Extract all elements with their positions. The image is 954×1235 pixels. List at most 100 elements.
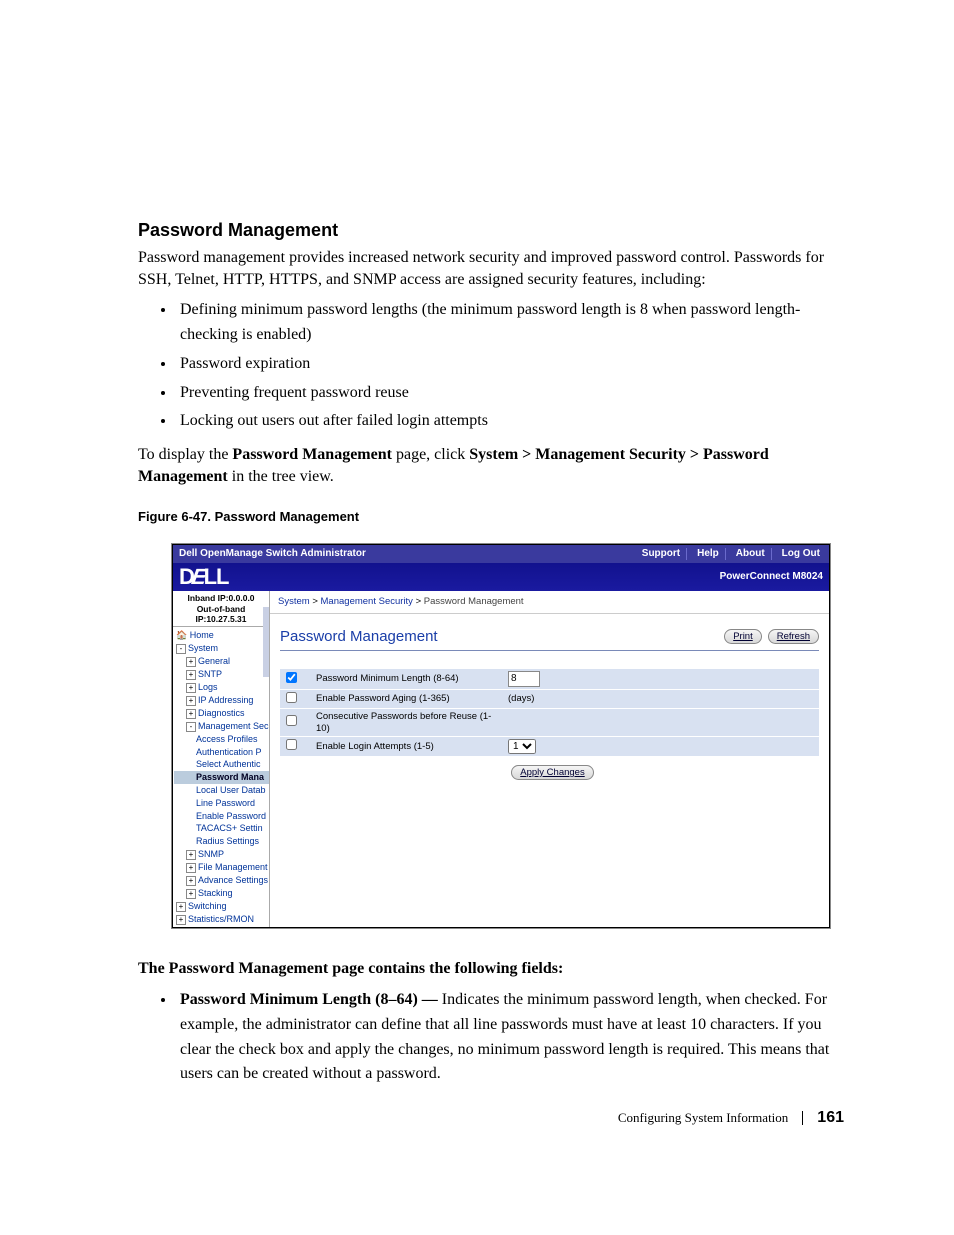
tree-node[interactable]: +Routing xyxy=(174,926,269,927)
text-run: in the tree view. xyxy=(228,468,334,485)
apply-changes-button[interactable]: Apply Changes xyxy=(511,765,593,780)
expand-icon[interactable]: + xyxy=(186,850,196,860)
brand-logo: DELL xyxy=(179,564,228,590)
row-checkbox[interactable] xyxy=(286,739,297,750)
row-control-cell xyxy=(502,669,819,690)
expand-icon[interactable]: + xyxy=(176,915,186,925)
row-control-cell xyxy=(502,709,819,737)
nav-instruction: To display the Password Management page,… xyxy=(138,444,844,487)
tree-node[interactable]: Radius Settings xyxy=(174,835,269,848)
tree-label: SNTP xyxy=(198,669,222,679)
crumb-system[interactable]: System xyxy=(278,596,310,607)
tree-node[interactable]: Access Profiles xyxy=(174,733,269,746)
tree-label: Local User Datab xyxy=(196,785,266,795)
expand-icon[interactable]: + xyxy=(186,696,196,706)
row-checkbox[interactable] xyxy=(286,715,297,726)
scrollbar[interactable] xyxy=(263,607,269,677)
expand-icon[interactable]: - xyxy=(176,644,186,654)
tree-node[interactable]: Authentication P xyxy=(174,746,269,759)
app-screenshot: Dell OpenManage Switch Administrator Sup… xyxy=(172,544,830,928)
tree-node[interactable]: +Logs xyxy=(174,681,269,694)
tree-node[interactable]: +Advance Settings xyxy=(174,874,269,887)
tree-node[interactable]: Password Mana xyxy=(174,771,269,784)
row-label: Password Minimum Length (8-64) xyxy=(310,669,502,690)
row-control-cell: 1 xyxy=(502,736,819,756)
crumb-mgmt-security[interactable]: Management Security xyxy=(321,596,413,607)
row-checkbox[interactable] xyxy=(286,692,297,703)
tree-node[interactable]: +General xyxy=(174,655,269,668)
tree-node[interactable]: +IP Addressing xyxy=(174,694,269,707)
tree-node[interactable]: -Management Secur xyxy=(174,720,269,733)
tree-node[interactable]: Enable Password xyxy=(174,810,269,823)
nav-tree[interactable]: Inband IP:0.0.0.0 Out-of-band IP:10.27.5… xyxy=(173,591,270,927)
window-titlebar: Dell OpenManage Switch Administrator Sup… xyxy=(173,545,829,563)
tree-node[interactable]: +File Management xyxy=(174,861,269,874)
expand-icon[interactable]: + xyxy=(186,657,196,667)
figure-caption: Figure 6-47. Password Management xyxy=(138,509,844,524)
help-link[interactable]: Help xyxy=(694,548,722,560)
support-link[interactable]: Support xyxy=(639,548,683,560)
section-heading: Password Management xyxy=(138,220,844,241)
window-title: Dell OpenManage Switch Administrator xyxy=(179,548,366,560)
tree-label: Enable Password xyxy=(196,811,266,821)
settings-row: Consecutive Passwords before Reuse (1-10… xyxy=(280,709,819,737)
tree-label: IP Addressing xyxy=(198,695,253,705)
settings-row: Enable Login Attempts (1-5) 1 xyxy=(280,736,819,756)
fields-intro: The Password Management page contains th… xyxy=(138,958,844,980)
tree-node[interactable]: -System xyxy=(174,642,269,655)
tree-label: Authentication P xyxy=(196,747,262,757)
row-label: Enable Login Attempts (1-5) xyxy=(310,736,502,756)
value-select[interactable]: 1 xyxy=(508,739,536,754)
expand-icon[interactable]: + xyxy=(186,683,196,693)
page-number: 161 xyxy=(817,1109,844,1127)
tree-node[interactable]: +Diagnostics xyxy=(174,707,269,720)
expand-icon[interactable]: - xyxy=(186,722,196,732)
expand-icon[interactable]: + xyxy=(186,863,196,873)
text-run-bold: Password Management xyxy=(232,446,392,463)
tree-node[interactable]: Select Authentic xyxy=(174,758,269,771)
settings-row: Enable Password Aging (1-365) (days) xyxy=(280,689,819,708)
expand-icon[interactable]: + xyxy=(186,876,196,886)
tree-label: Access Profiles xyxy=(196,734,258,744)
tree-label: Switching xyxy=(188,901,227,911)
text-run: page, click xyxy=(392,446,469,463)
settings-row: Password Minimum Length (8-64) xyxy=(280,669,819,690)
tree-node[interactable]: +SNTP xyxy=(174,668,269,681)
footer-divider xyxy=(802,1111,803,1125)
crumb-current: Password Management xyxy=(424,596,524,607)
expand-icon[interactable]: + xyxy=(186,670,196,680)
value-input[interactable] xyxy=(508,671,540,687)
home-icon: 🏠 xyxy=(176,630,187,640)
field-name: Password Minimum Length (8–64) — xyxy=(180,991,442,1008)
tree-label: SNMP xyxy=(198,849,224,859)
model-label: PowerConnect M8024 xyxy=(720,571,823,583)
list-item: Preventing frequent password reuse xyxy=(176,381,844,406)
tree-node[interactable]: TACACS+ Settin xyxy=(174,822,269,835)
tree-node[interactable]: Local User Datab xyxy=(174,784,269,797)
breadcrumb: System > Management Security > Password … xyxy=(270,591,829,613)
content-pane: System > Management Security > Password … xyxy=(270,591,829,927)
tree-node[interactable]: Line Password xyxy=(174,797,269,810)
refresh-button[interactable]: Refresh xyxy=(768,629,819,644)
tree-label: Logs xyxy=(198,682,218,692)
inband-ip: Inband IP:0.0.0.0 xyxy=(176,593,266,603)
row-control-cell: (days) xyxy=(502,689,819,708)
feature-list: Defining minimum password lengths (the m… xyxy=(176,298,844,434)
row-checkbox[interactable] xyxy=(286,672,297,683)
tree-node[interactable]: +Statistics/RMON xyxy=(174,913,269,926)
logout-link[interactable]: Log Out xyxy=(779,548,823,560)
tree-label: Management Secur xyxy=(198,721,270,731)
expand-icon[interactable]: + xyxy=(186,889,196,899)
tree-node[interactable]: +Switching xyxy=(174,900,269,913)
print-button[interactable]: Print xyxy=(724,629,762,644)
page-footer: Configuring System Information 161 xyxy=(138,1109,844,1127)
expand-icon[interactable]: + xyxy=(176,902,186,912)
tree-node[interactable]: 🏠 Home xyxy=(174,629,269,642)
intro-paragraph: Password management provides increased n… xyxy=(138,247,844,290)
row-suffix: (days) xyxy=(508,693,534,704)
tree-node[interactable]: +Stacking xyxy=(174,887,269,900)
about-link[interactable]: About xyxy=(733,548,768,560)
tree-label: System xyxy=(188,643,218,653)
tree-node[interactable]: +SNMP xyxy=(174,848,269,861)
expand-icon[interactable]: + xyxy=(186,709,196,719)
